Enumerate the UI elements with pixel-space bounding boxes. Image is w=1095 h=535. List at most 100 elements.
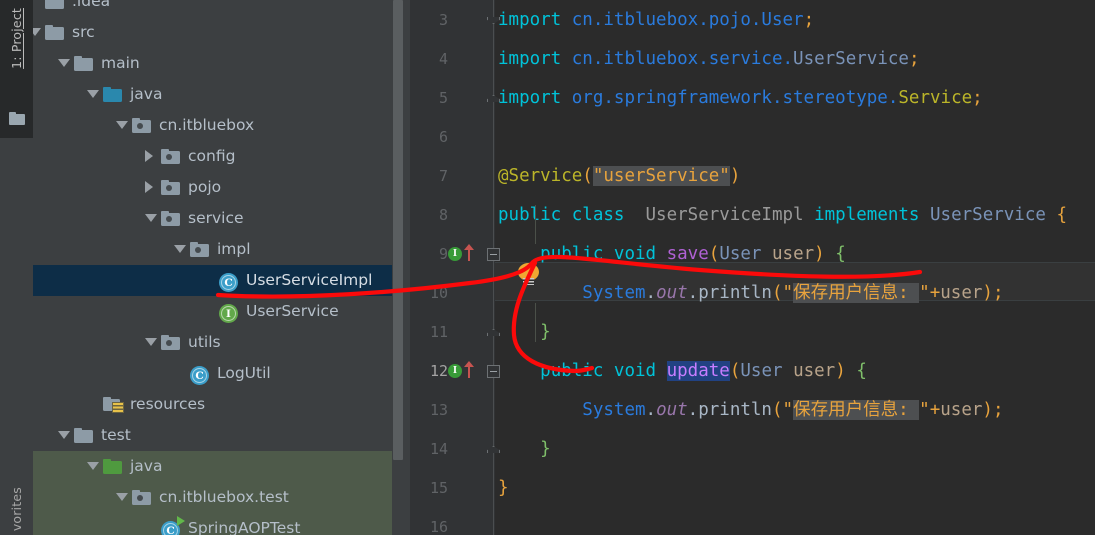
- code-line[interactable]: public class UserServiceImpl implements …: [498, 196, 1095, 235]
- tree-item-cn-itbluebox-test[interactable]: cn.itbluebox.test: [33, 482, 392, 513]
- tree-item-label: .idea: [72, 0, 111, 10]
- package-icon: [132, 118, 151, 133]
- tree-item-label: config: [188, 147, 236, 165]
- code-line[interactable]: import org.springframework.stereotype.Se…: [498, 79, 1095, 118]
- folder-icon: [45, 25, 64, 40]
- tree-item-cn-itbluebox[interactable]: cn.itbluebox: [33, 110, 392, 141]
- tree-item-pojo[interactable]: pojo: [33, 172, 392, 203]
- tree-item-label: test: [101, 426, 131, 444]
- code-line[interactable]: System.out.println("保存用户信息: "+user);: [498, 391, 1095, 430]
- project-folder-icon: [9, 112, 25, 125]
- tree-item-main[interactable]: main: [33, 48, 392, 79]
- line-number: 7: [438, 167, 448, 185]
- line-number: 9: [438, 245, 448, 263]
- code-line[interactable]: }: [498, 430, 1095, 469]
- tree-item-springaoptest[interactable]: C SpringAOPTest: [33, 513, 392, 535]
- source-root-folder-icon: [103, 87, 122, 102]
- line-number: 12: [429, 362, 448, 380]
- package-icon: [132, 490, 151, 505]
- up-arrow-icon[interactable]: [464, 361, 474, 378]
- java-class-icon: C: [219, 273, 238, 292]
- tool-window-tab-project[interactable]: 1: Project: [9, 8, 24, 69]
- tree-item-userservice[interactable]: I UserService: [33, 296, 392, 327]
- project-tree-panel[interactable]: .idea src main java cn.itbluebox config pojo se…: [33, 0, 392, 535]
- line-number: 8: [438, 206, 448, 224]
- tree-item-utils[interactable]: utils: [33, 327, 392, 358]
- folder-icon: [45, 0, 64, 9]
- tree-item-label: UserServiceImpl: [246, 271, 373, 289]
- tree-item-service[interactable]: service: [33, 203, 392, 234]
- package-icon: [161, 211, 180, 226]
- up-arrow-icon[interactable]: [464, 244, 474, 261]
- tree-disclosure-down-icon[interactable]: [33, 28, 41, 36]
- line-number: 3: [438, 11, 448, 29]
- package-icon: [161, 180, 180, 195]
- code-text-area[interactable]: import cn.itbluebox.pojo.User; import cn.…: [495, 0, 1095, 535]
- panel-divider[interactable]: [403, 0, 410, 535]
- tree-item-label: impl: [217, 240, 251, 258]
- tree-item-label: java: [130, 85, 163, 103]
- tree-item--idea[interactable]: .idea: [33, 0, 392, 17]
- tree-disclosure-down-icon[interactable]: [116, 121, 128, 129]
- test-source-root-folder-icon: [103, 459, 122, 474]
- code-line[interactable]: }: [498, 313, 1095, 352]
- tree-item-label: src: [72, 23, 95, 41]
- code-line[interactable]: import cn.itbluebox.service.UserService;: [498, 40, 1095, 79]
- tree-disclosure-down-icon[interactable]: [116, 493, 128, 501]
- tree-item-java[interactable]: java: [33, 451, 392, 482]
- tree-disclosure-down-icon[interactable]: [145, 214, 157, 222]
- tree-item-resources[interactable]: resources: [33, 389, 392, 420]
- tree-item-config[interactable]: config: [33, 141, 392, 172]
- tree-item-label: cn.itbluebox: [159, 116, 255, 134]
- code-line[interactable]: @Service("userService"): [498, 157, 1095, 196]
- tree-item-java[interactable]: java: [33, 79, 392, 110]
- tree-disclosure-down-icon[interactable]: [174, 245, 186, 253]
- tree-disclosure-right-icon[interactable]: [145, 150, 153, 162]
- tree-disclosure-down-icon[interactable]: [145, 338, 157, 346]
- tree-item-label: UserService: [246, 302, 339, 320]
- implementing-method-marker[interactable]: I: [448, 364, 462, 378]
- implementing-method-marker[interactable]: I: [448, 247, 462, 261]
- tree-item-impl[interactable]: impl: [33, 234, 392, 265]
- tree-item-test[interactable]: test: [33, 420, 392, 451]
- tool-window-tab-favorites-label: vorites: [9, 487, 24, 532]
- code-line[interactable]: import cn.itbluebox.pojo.User;: [498, 1, 1095, 40]
- tree-item-logutil[interactable]: C LogUtil: [33, 358, 392, 389]
- tool-window-tab-favorites[interactable]: vorites: [9, 487, 24, 531]
- code-line[interactable]: }: [498, 469, 1095, 508]
- tree-item-label: pojo: [188, 178, 222, 196]
- tree-disclosure-down-icon[interactable]: [87, 462, 99, 470]
- code-line[interactable]: System.out.println("保存用户信息: "+user);: [498, 274, 1095, 313]
- code-line[interactable]: public void update(User user) {: [498, 352, 1095, 391]
- code-line[interactable]: [498, 118, 1095, 157]
- tree-disclosure-right-icon[interactable]: [145, 181, 153, 193]
- tree-item-label: resources: [130, 395, 206, 413]
- tree-item-label: SpringAOPTest: [188, 519, 301, 535]
- project-tree-scrollbar-thumb[interactable]: [393, 0, 403, 460]
- idea-window: 1: Project vorites .idea src main java cn.it…: [0, 0, 1095, 535]
- tree-item-userserviceimpl[interactable]: C UserServiceImpl: [33, 265, 392, 296]
- tree-disclosure-down-icon[interactable]: [58, 59, 70, 67]
- line-number: 5: [438, 89, 448, 107]
- resources-folder-icon: [103, 397, 124, 413]
- java-interface-icon: I: [219, 304, 238, 323]
- tree-item-label: java: [130, 457, 163, 475]
- code-line[interactable]: public void save(User user) {: [498, 235, 1095, 274]
- project-tree-scrollbar[interactable]: [393, 0, 403, 535]
- tree-item-label: LogUtil: [217, 364, 271, 382]
- folder-icon: [74, 428, 93, 443]
- tree-disclosure-down-icon[interactable]: [87, 90, 99, 98]
- fold-region-line: [493, 0, 494, 535]
- line-number: 14: [429, 440, 448, 458]
- code-line[interactable]: [498, 508, 1095, 535]
- code-editor[interactable]: 3 4 5 6 7 8 9 10 11 12 13 14 15 16 I I import cn.itblu…: [410, 0, 1095, 535]
- line-number: 15: [429, 479, 448, 497]
- editor-gutter[interactable]: 3 4 5 6 7 8 9 10 11 12 13 14 15 16 I I: [410, 0, 495, 535]
- java-class-icon: C: [190, 366, 209, 385]
- tree-item-src[interactable]: src: [33, 17, 392, 48]
- indent-guide: [535, 303, 536, 342]
- package-icon: [161, 335, 180, 350]
- line-number: 4: [438, 50, 448, 68]
- tree-item-label: utils: [188, 333, 221, 351]
- tree-disclosure-down-icon[interactable]: [58, 431, 70, 439]
